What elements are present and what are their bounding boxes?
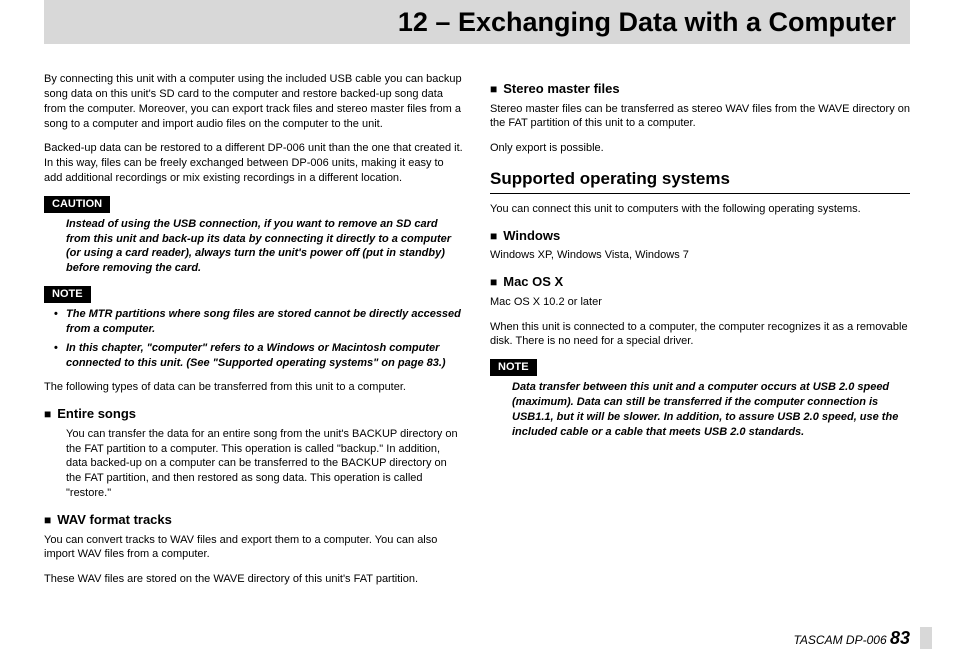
page-footer: TASCAM DP-006 83 — [793, 628, 910, 649]
macosx-body-2: When this unit is connected to a compute… — [490, 320, 910, 350]
chapter-title: 12 – Exchanging Data with a Computer — [398, 7, 896, 37]
product-name: TASCAM DP-006 — [793, 633, 886, 647]
transfer-intro: The following types of data can be trans… — [44, 380, 464, 395]
stereo-master-body-1: Stereo master files can be transferred a… — [490, 102, 910, 132]
note-item: The MTR partitions where song files are … — [66, 307, 464, 337]
caution-body: Instead of using the USB connection, if … — [44, 217, 464, 276]
left-column: By connecting this unit with a computer … — [44, 72, 464, 597]
page-header: 12 – Exchanging Data with a Computer — [44, 0, 910, 44]
wav-tracks-body-2: These WAV files are stored on the WAVE d… — [44, 572, 464, 587]
note-list: The MTR partitions where song files are … — [44, 307, 464, 370]
stereo-master-body-2: Only export is possible. — [490, 141, 910, 156]
note-body-right: Data transfer between this unit and a co… — [490, 380, 910, 439]
supported-os-heading: Supported operating systems — [490, 168, 910, 194]
note-label-right: NOTE — [490, 359, 537, 376]
content-columns: By connecting this unit with a computer … — [44, 72, 910, 597]
note-item: In this chapter, "computer" refers to a … — [66, 341, 464, 371]
right-column: Stereo master files Stereo master files … — [490, 72, 910, 597]
wav-tracks-heading: WAV format tracks — [44, 511, 464, 529]
page-number: 83 — [890, 628, 910, 648]
caution-label: CAUTION — [44, 196, 110, 213]
entire-songs-body: You can transfer the data for an entire … — [44, 427, 464, 501]
entire-songs-heading: Entire songs — [44, 405, 464, 423]
windows-body: Windows XP, Windows Vista, Windows 7 — [490, 248, 910, 263]
note-label: NOTE — [44, 286, 91, 303]
intro-paragraph-1: By connecting this unit with a computer … — [44, 72, 464, 131]
windows-heading: Windows — [490, 227, 910, 245]
stereo-master-heading: Stereo master files — [490, 80, 910, 98]
macosx-body-1: Mac OS X 10.2 or later — [490, 295, 910, 310]
intro-paragraph-2: Backed-up data can be restored to a diff… — [44, 141, 464, 186]
macosx-heading: Mac OS X — [490, 273, 910, 291]
side-tab-decoration — [920, 627, 932, 649]
supported-os-intro: You can connect this unit to computers w… — [490, 202, 910, 217]
wav-tracks-body-1: You can convert tracks to WAV files and … — [44, 533, 464, 563]
